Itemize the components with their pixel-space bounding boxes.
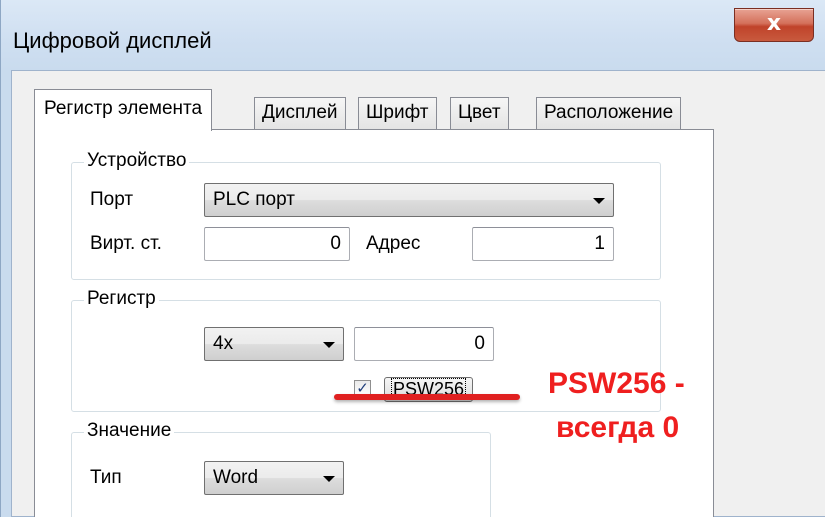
chevron-down-icon xyxy=(323,342,335,348)
close-icon: x xyxy=(766,11,782,36)
address-input[interactable]: 1 xyxy=(472,227,614,261)
port-label: Порт xyxy=(90,189,134,210)
tab-font[interactable]: Шрифт xyxy=(358,97,437,129)
port-select-value: PLC порт xyxy=(213,189,295,210)
value-type-select[interactable]: Word xyxy=(204,461,344,495)
window-title: Цифровой дисплей xyxy=(13,28,212,53)
register-group-title: Регистр xyxy=(84,288,159,310)
tab-label: Расположение xyxy=(544,102,674,123)
register-type-value: 4x xyxy=(213,333,234,354)
tab-panel: Устройство Порт PLC порт Вирт. ст. 0 Адр… xyxy=(34,129,714,517)
tab-element-register[interactable]: Регистр элемента xyxy=(34,89,213,131)
value-type-label: Тип xyxy=(90,467,122,488)
tab-display[interactable]: Дисплей xyxy=(254,97,346,129)
close-button[interactable]: x xyxy=(734,8,814,42)
dialog-client-area: Регистр элемента Дисплей Шрифт Цвет Расп… xyxy=(11,70,825,517)
register-type-select[interactable]: 4x xyxy=(204,327,344,361)
device-group-title: Устройство xyxy=(84,150,190,172)
virt-station-label: Вирт. ст. xyxy=(90,233,162,254)
value-group: Значение Тип Word xyxy=(71,420,491,517)
annotation-underline xyxy=(334,394,520,400)
tab-label: Цвет xyxy=(458,102,501,123)
chevron-down-icon xyxy=(593,198,605,204)
tab-layout[interactable]: Расположение xyxy=(536,97,682,129)
port-select[interactable]: PLC порт xyxy=(204,183,614,217)
value-type-value: Word xyxy=(213,467,259,488)
annotation-line-2: всегда 0 xyxy=(556,411,680,444)
device-group: Устройство Порт PLC порт Вирт. ст. 0 Адр… xyxy=(71,150,661,280)
tab-color[interactable]: Цвет xyxy=(450,97,509,129)
virt-station-input[interactable]: 0 xyxy=(204,227,350,261)
register-address-input[interactable]: 0 xyxy=(354,327,494,361)
annotation-line-1: PSW256 - xyxy=(548,367,685,400)
tab-label: Шрифт xyxy=(366,102,429,123)
tab-label: Дисплей xyxy=(262,102,338,123)
address-label: Адрес xyxy=(366,233,421,254)
tab-label: Регистр элемента xyxy=(44,98,203,119)
value-group-title: Значение xyxy=(84,420,175,442)
chevron-down-icon xyxy=(323,476,335,482)
dialog-window: Цифровой дисплей x Регистр элемента Дисп… xyxy=(0,0,825,517)
